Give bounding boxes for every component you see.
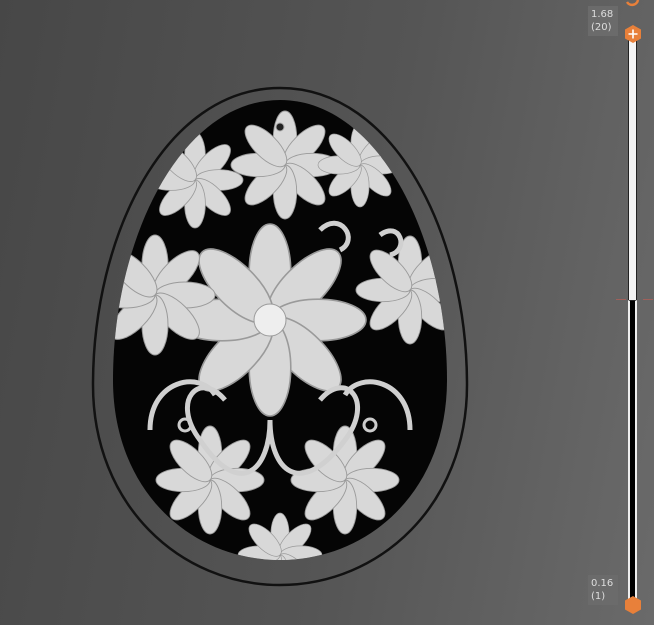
rotate-icon[interactable] — [625, 0, 640, 7]
hanging-hole — [275, 122, 285, 132]
min-layer: (1) — [591, 591, 606, 602]
max-value: 1.68 — [591, 9, 614, 20]
max-layer-label: 1.68 (20) — [588, 6, 618, 36]
min-layer-label: 0.16 (1) — [588, 575, 618, 605]
lower-slider-handle[interactable] — [624, 596, 642, 614]
min-value: 0.16 — [591, 578, 614, 589]
max-layer: (20) — [591, 22, 612, 33]
slider-track-upper[interactable] — [628, 33, 637, 301]
slider-track-lower[interactable] — [628, 300, 637, 606]
model-viewport[interactable] — [0, 0, 654, 625]
slider-tick-left — [616, 299, 626, 300]
upper-slider-handle[interactable] — [624, 25, 642, 43]
slider-tick-right — [643, 299, 653, 300]
